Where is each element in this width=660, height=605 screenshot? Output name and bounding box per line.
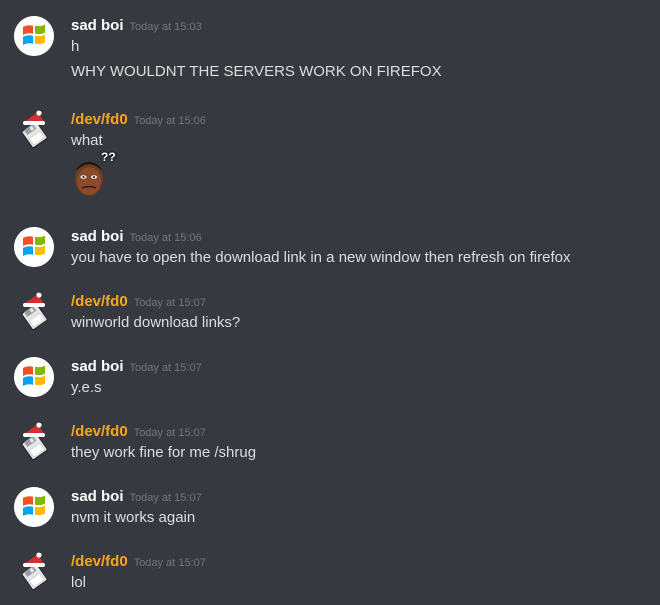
message-header: sad boi Today at 15:06: [71, 227, 202, 248]
message-text: y.e.s: [71, 379, 102, 396]
message-text: what: [71, 132, 103, 149]
message-text: WHY WOULDNT THE SERVERS WORK ON FIREFOX: [71, 63, 442, 80]
windows-logo-icon[interactable]: [14, 487, 54, 527]
timestamp: Today at 15:06: [133, 115, 206, 127]
message-header: sad boi Today at 15:07: [71, 487, 202, 508]
windows-logo-icon[interactable]: [14, 227, 54, 267]
message-header: /dev/fd0 Today at 15:07: [71, 292, 206, 313]
floppy-santa-hat-icon[interactable]: [14, 552, 54, 592]
timestamp: Today at 15:07: [133, 297, 206, 309]
timestamp: Today at 15:07: [133, 557, 206, 569]
username[interactable]: /dev/fd0: [71, 553, 128, 570]
floppy-santa-hat-icon[interactable]: [14, 110, 54, 150]
message-header: /dev/fd0 Today at 15:06: [71, 110, 206, 131]
emoji-question-marks: ??: [101, 150, 116, 164]
message-header: sad boi Today at 15:07: [71, 357, 202, 378]
timestamp: Today at 15:03: [129, 21, 202, 33]
timestamp: Today at 15:06: [129, 232, 202, 244]
username[interactable]: /dev/fd0: [71, 293, 128, 310]
windows-logo-icon[interactable]: [14, 16, 54, 56]
windows-logo-icon[interactable]: [14, 357, 54, 397]
floppy-santa-hat-icon[interactable]: [14, 292, 54, 332]
timestamp: Today at 15:07: [133, 427, 206, 439]
message-text: h: [71, 38, 80, 55]
timestamp: Today at 15:07: [129, 362, 202, 374]
username[interactable]: sad boi: [71, 228, 124, 245]
message-header: sad boi Today at 15:03: [71, 16, 202, 37]
message-text: nvm it works again: [71, 509, 196, 526]
floppy-santa-hat-icon[interactable]: [14, 422, 54, 462]
confused-face-emoji-icon[interactable]: ??: [71, 151, 119, 199]
message-text: you have to open the download link in a …: [71, 249, 571, 266]
message-header: /dev/fd0 Today at 15:07: [71, 552, 206, 573]
timestamp: Today at 15:07: [129, 492, 202, 504]
message-text: winworld download links?: [71, 314, 241, 331]
username[interactable]: /dev/fd0: [71, 111, 128, 128]
message-text: they work fine for me /shrug: [71, 444, 257, 461]
username[interactable]: sad boi: [71, 17, 124, 34]
username[interactable]: sad boi: [71, 358, 124, 375]
message-text: lol: [71, 574, 87, 591]
username[interactable]: sad boi: [71, 488, 124, 505]
username[interactable]: /dev/fd0: [71, 423, 128, 440]
message-header: /dev/fd0 Today at 15:07: [71, 422, 206, 443]
